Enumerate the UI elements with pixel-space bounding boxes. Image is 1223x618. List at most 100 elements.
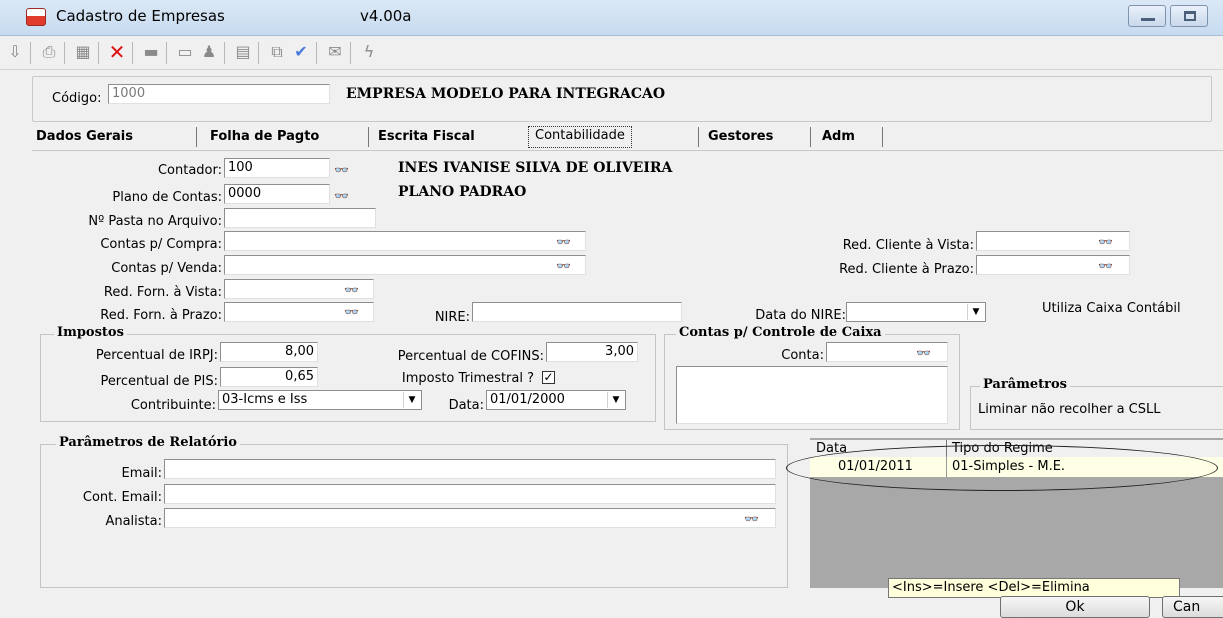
plano-label: Plano de Contas: bbox=[112, 190, 222, 205]
cliente-prazo-label: Red. Cliente à Prazo: bbox=[839, 262, 974, 277]
forn-prazo-label: Red. Forn. à Prazo: bbox=[100, 308, 222, 323]
analista-input[interactable] bbox=[164, 508, 776, 528]
report-icon[interactable]: ▭ bbox=[174, 42, 196, 62]
venda-input[interactable] bbox=[224, 255, 586, 275]
email-input[interactable] bbox=[164, 459, 776, 479]
binoculars-icon[interactable]: 👓 bbox=[556, 258, 571, 274]
impostos-title: Impostos bbox=[54, 325, 127, 340]
toolbar-separator bbox=[258, 42, 259, 64]
chevron-down-icon: ▼ bbox=[403, 392, 420, 408]
cofins-label: Percentual de COFINS: bbox=[397, 349, 544, 364]
lightning-icon[interactable]: ϟ bbox=[358, 42, 380, 62]
company-name: EMPRESA MODELO PARA INTEGRACAO bbox=[346, 86, 666, 102]
plano-input[interactable]: 0000 bbox=[224, 184, 330, 204]
plano-name: PLANO PADRAO bbox=[398, 184, 527, 200]
chevron-down-icon: ▼ bbox=[967, 304, 984, 320]
copy-icon[interactable]: ⧉ bbox=[266, 42, 288, 62]
toolbar-separator bbox=[350, 42, 351, 64]
toolbar-separator bbox=[166, 42, 167, 64]
trimestral-checkbox[interactable]: ✓ bbox=[542, 371, 555, 384]
cancel-button[interactable]: Can bbox=[1162, 596, 1223, 618]
binoculars-icon[interactable]: 👓 bbox=[1098, 234, 1113, 250]
contador-input[interactable]: 100 bbox=[224, 158, 330, 178]
binoculars-icon[interactable]: 👓 bbox=[334, 162, 349, 178]
chevron-down-icon: ▼ bbox=[607, 392, 624, 408]
relatorio-title: Parâmetros de Relatório bbox=[56, 435, 240, 450]
nire-label: NIRE: bbox=[434, 310, 470, 325]
exit-icon[interactable]: ⇩ bbox=[4, 42, 26, 62]
tab-contabilidade[interactable]: Contabilidade bbox=[528, 126, 632, 148]
pis-input[interactable]: 0,65 bbox=[220, 367, 318, 387]
tab-separator bbox=[196, 127, 197, 147]
binoculars-icon[interactable]: 👓 bbox=[344, 282, 359, 298]
pasta-input[interactable] bbox=[224, 208, 376, 228]
data-nire-label: Data do NIRE: bbox=[755, 308, 846, 323]
tab-gestores[interactable]: Gestores bbox=[708, 129, 773, 144]
tab-folha-de-pagto[interactable]: Folha de Pagto bbox=[210, 129, 319, 144]
binoculars-icon[interactable]: 👓 bbox=[916, 345, 931, 361]
binoculars-icon[interactable]: 👓 bbox=[334, 188, 349, 204]
tabs-baseline bbox=[32, 150, 1223, 151]
tab-escrita-fiscal[interactable]: Escrita Fiscal bbox=[378, 129, 475, 144]
toolbar-separator bbox=[64, 42, 65, 64]
cont-email-label: Cont. Email: bbox=[82, 490, 162, 505]
cofins-input[interactable]: 3,00 bbox=[546, 342, 638, 362]
cliente-vista-label: Red. Cliente à Vista: bbox=[842, 238, 974, 253]
liminar-label[interactable]: Liminar não recolher a CSLL bbox=[978, 402, 1161, 417]
contribuinte-value: 03-Icms e Iss bbox=[222, 392, 308, 407]
binoculars-icon[interactable]: 👓 bbox=[344, 304, 359, 320]
toolbar-separator bbox=[316, 42, 317, 64]
toolbar-separator bbox=[30, 42, 31, 64]
contribuinte-label: Contribuinte: bbox=[130, 398, 216, 413]
caixa-title: Contas p/ Controle de Caixa bbox=[676, 325, 885, 340]
check-icon[interactable]: ✔ bbox=[290, 42, 312, 62]
delete-icon[interactable]: ✕ bbox=[106, 42, 128, 62]
caixa-contabil-label: Utiliza Caixa Contábil bbox=[1042, 301, 1181, 316]
toolbar-separator bbox=[224, 42, 225, 64]
contador-label: Contador: bbox=[157, 163, 222, 178]
toolbar-separator bbox=[98, 42, 99, 64]
data-nire-dropdown[interactable]: ▼ bbox=[846, 302, 986, 322]
trimestral-label: Imposto Trimestral ? bbox=[401, 371, 534, 386]
binoculars-icon[interactable]: 👓 bbox=[1098, 258, 1113, 274]
search-person-icon[interactable]: ♟ bbox=[198, 42, 220, 62]
irpj-label: Percentual de IRPJ: bbox=[95, 348, 218, 363]
ok-button[interactable]: Ok bbox=[1000, 596, 1150, 618]
irpj-input[interactable]: 8,00 bbox=[220, 342, 318, 362]
tab-dados-gerais[interactable]: Dados Gerais bbox=[36, 129, 133, 144]
folder-icon[interactable]: ▬ bbox=[140, 42, 162, 62]
mail-icon[interactable]: ✉ bbox=[324, 42, 346, 62]
maximize-button[interactable] bbox=[1170, 5, 1208, 27]
data-dropdown[interactable]: 01/01/2000 ▼ bbox=[486, 390, 626, 410]
compra-input[interactable] bbox=[224, 231, 586, 251]
contribuinte-dropdown[interactable]: 03-Icms e Iss ▼ bbox=[218, 390, 422, 410]
document-icon[interactable]: ▤ bbox=[232, 42, 254, 62]
code-label: Código: bbox=[52, 91, 102, 106]
conta-input[interactable] bbox=[826, 342, 948, 362]
tab-separator bbox=[698, 127, 699, 147]
pis-label: Percentual de PIS: bbox=[100, 374, 218, 389]
toolbar-separator bbox=[132, 42, 133, 64]
tab-adm[interactable]: Adm bbox=[822, 129, 855, 144]
window-title: Cadastro de Empresas bbox=[56, 7, 225, 25]
data-value: 01/01/2000 bbox=[490, 392, 565, 407]
window-version: v4.00a bbox=[360, 7, 412, 25]
cont-email-input[interactable] bbox=[164, 484, 776, 504]
venda-label: Contas p/ Venda: bbox=[111, 261, 222, 276]
print-icon[interactable]: ⎙ bbox=[38, 42, 60, 62]
nire-input[interactable] bbox=[472, 302, 682, 322]
code-input[interactable]: 1000 bbox=[108, 84, 330, 104]
highlight-ellipse bbox=[786, 445, 1218, 491]
conta-list[interactable] bbox=[676, 366, 948, 424]
binoculars-icon[interactable]: 👓 bbox=[556, 234, 571, 250]
forn-vista-label: Red. Forn. à Vista: bbox=[103, 285, 222, 300]
email-label: Email: bbox=[121, 466, 162, 481]
maximize-icon bbox=[1184, 11, 1196, 21]
grid-hint-tooltip: <Ins>=Insere <Del>=Elimina bbox=[888, 578, 1180, 598]
parametros-title: Parâmetros bbox=[980, 377, 1070, 392]
pasta-label: Nº Pasta no Arquivo: bbox=[88, 214, 222, 229]
conta-label: Conta: bbox=[781, 348, 824, 363]
minimize-button[interactable] bbox=[1128, 5, 1166, 27]
calculator-icon[interactable]: ▦ bbox=[72, 42, 94, 62]
binoculars-icon[interactable]: 👓 bbox=[744, 511, 759, 527]
